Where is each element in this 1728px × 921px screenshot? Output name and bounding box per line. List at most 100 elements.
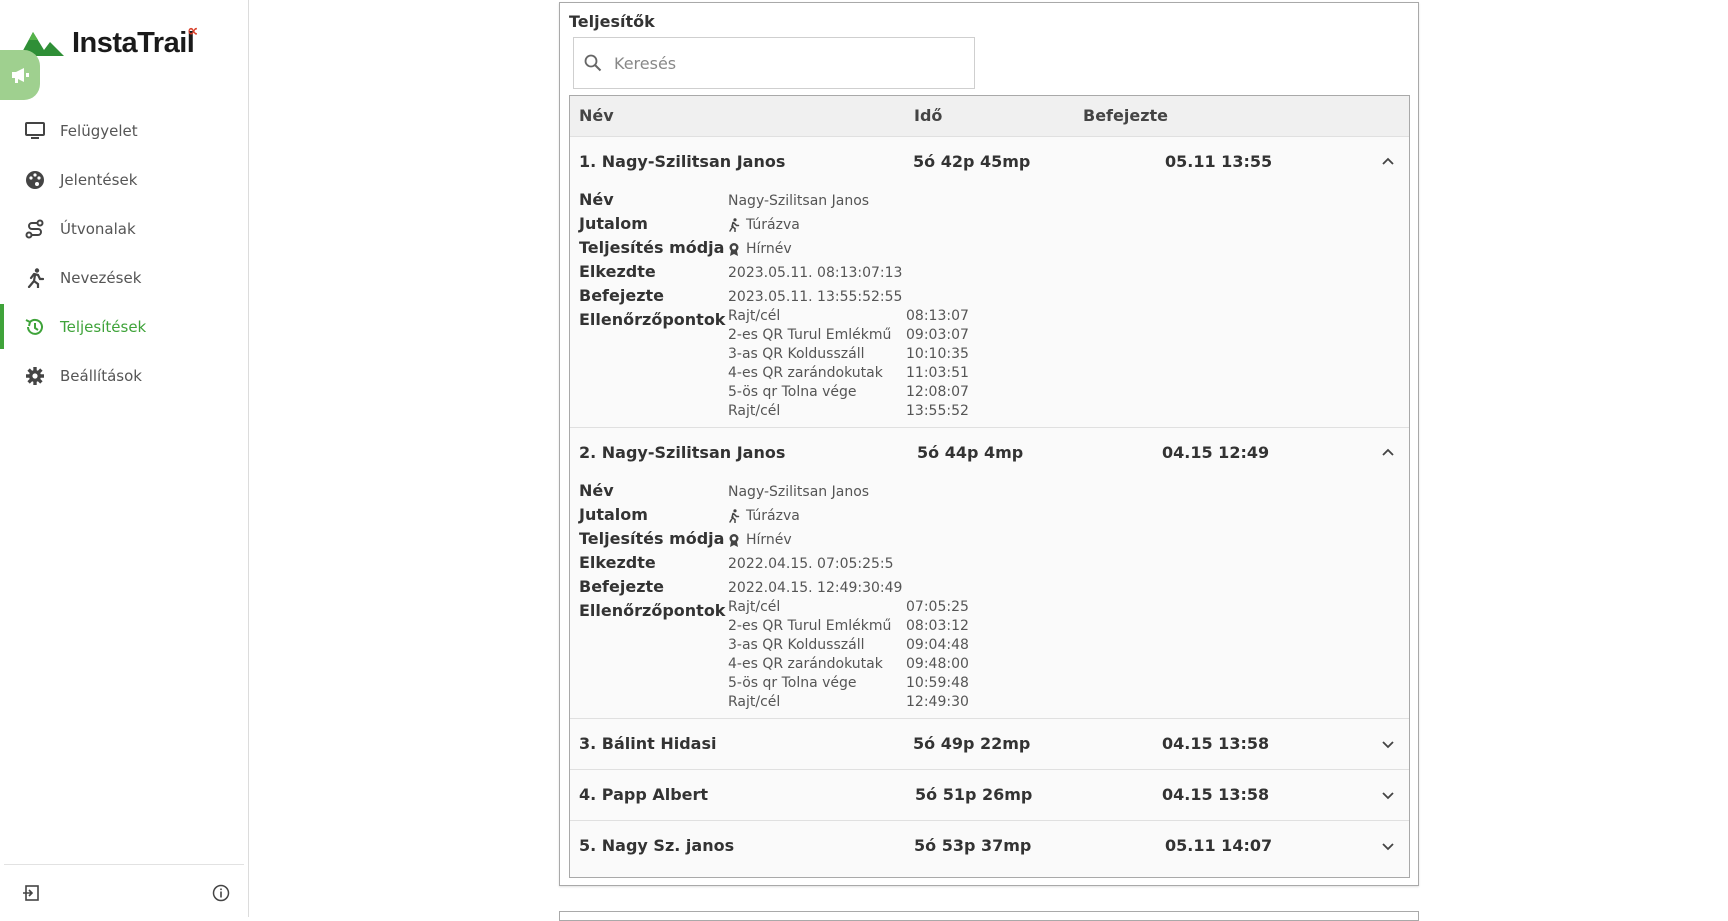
brand-name: InstaTrail — [72, 26, 195, 59]
sidebar-item-label: Jelentések — [60, 170, 138, 189]
detail-value-mode: Hírnév — [746, 241, 792, 257]
announce-button[interactable] — [0, 50, 40, 100]
detail-value-finished: 2023.05.11. 13:55:52:55 — [728, 289, 903, 305]
detail-label-finished: Befejezte — [579, 577, 665, 596]
checkpoint-list: Ellenőrzőpontok Rajt/cél 08:13:07 2-es QR… — [570, 307, 1409, 421]
detail-value-mode-wrap: Hírnév — [728, 241, 792, 257]
checkpoint-name: 2-es QR Turul Emlékmű — [728, 618, 892, 634]
detail-value-name: Nagy-Szilitsan Janos — [728, 484, 870, 500]
row-time: 5ó 42p 45mp — [913, 152, 1031, 171]
chevron-down-icon[interactable] — [1379, 837, 1397, 855]
completions-table: Név Idő Befejezte 1. Nagy-Szilitsan Jano… — [569, 95, 1410, 878]
search-input[interactable] — [612, 52, 956, 74]
row-details: Név Nagy-Szilitsan Janos Jutalom Túrázva … — [570, 187, 1409, 427]
column-header-time[interactable]: Idő — [914, 106, 942, 125]
sidebar-nav: Felügyelet Jelentések Útvonalak Nevezése… — [0, 106, 248, 400]
checkpoint-item: 3-as QR Koldusszáll 09:04:48 — [570, 636, 1409, 655]
checkpoint-name: Rajt/cél — [728, 694, 781, 710]
checkpoint-item: 4-es QR zarándokutak 09:48:00 — [570, 655, 1409, 674]
detail-label-mode: Teljesítés módja — [579, 238, 725, 257]
detail-value-started: 2022.04.15. 07:05:25:5 — [728, 556, 894, 572]
sidebar-item-felugyelet[interactable]: Felügyelet — [0, 106, 248, 155]
sidebar-item-beallitasok[interactable]: Beállítások — [0, 351, 248, 400]
checkpoint-time: 07:05:25 — [906, 599, 969, 615]
detail-value-mode-wrap: Hírnév — [728, 532, 792, 548]
row-finished: 04.15 13:58 — [1162, 785, 1270, 804]
row-finished: 04.15 12:49 — [1162, 443, 1270, 462]
logout-icon[interactable] — [20, 882, 42, 904]
sidebar-item-teljesitesek[interactable]: Teljesítések — [0, 302, 248, 351]
table-row: 3. Bálint Hidasi 5ó 49p 22mp 04.15 13:58 — [570, 719, 1409, 770]
row-header[interactable]: 1. Nagy-Szilitsan Janos 5ó 42p 45mp 05.1… — [570, 137, 1409, 187]
gear-icon — [24, 365, 46, 387]
detail-label-finished: Befejezte — [579, 286, 665, 305]
checkpoint-name: Rajt/cél — [728, 403, 781, 419]
row-title: 5. Nagy Sz. janos — [579, 836, 735, 855]
sidebar-item-label: Beállítások — [60, 366, 142, 385]
table-row: 4. Papp Albert 5ó 51p 26mp 04.15 13:58 — [570, 770, 1409, 821]
brand-logo[interactable]: InstaTrail ∝ — [20, 21, 198, 59]
row-time: 5ó 49p 22mp — [913, 734, 1031, 753]
info-icon[interactable] — [210, 882, 232, 904]
column-header-name[interactable]: Név — [579, 106, 614, 125]
sidebar-item-label: Teljesítések — [60, 317, 147, 336]
row-header[interactable]: 5. Nagy Sz. janos 5ó 53p 37mp 05.11 14:0… — [570, 821, 1409, 871]
row-header[interactable]: 3. Bálint Hidasi 5ó 49p 22mp 04.15 13:58 — [570, 719, 1409, 769]
table-header: Név Idő Befejezte — [570, 96, 1409, 137]
checkpoint-time: 09:48:00 — [906, 656, 969, 672]
sidebar-item-label: Útvonalak — [60, 219, 136, 238]
checkpoint-name: 3-as QR Koldusszáll — [728, 637, 865, 653]
checkpoint-time: 08:13:07 — [906, 308, 969, 324]
detail-value-name: Nagy-Szilitsan Janos — [728, 193, 870, 209]
hiker-icon — [729, 218, 740, 232]
sidebar-footer — [4, 864, 244, 918]
checkpoint-time: 09:03:07 — [906, 327, 969, 343]
row-title: 2. Nagy-Szilitsan Janos — [579, 443, 786, 462]
chevron-down-icon[interactable] — [1379, 735, 1397, 753]
checkpoint-item: 5-ös qr Tolna vége 10:59:48 — [570, 674, 1409, 693]
detail-label-mode: Teljesítés módja — [579, 529, 725, 548]
detail-value-started: 2023.05.11. 08:13:07:13 — [728, 265, 903, 281]
next-panel-edge — [559, 911, 1419, 921]
chevron-up-icon[interactable] — [1379, 444, 1397, 462]
panel-title: Teljesítők — [569, 12, 655, 31]
checkpoint-name: 3-as QR Koldusszáll — [728, 346, 865, 362]
detail-value-reward-wrap: Túrázva — [728, 217, 800, 233]
hiker-icon — [729, 509, 740, 523]
row-time: 5ó 53p 37mp — [914, 836, 1032, 855]
checkpoint-time: 11:03:51 — [906, 365, 969, 381]
checkpoint-name: 2-es QR Turul Emlékmű — [728, 327, 892, 343]
row-title: 1. Nagy-Szilitsan Janos — [579, 152, 786, 171]
chevron-up-icon[interactable] — [1379, 153, 1397, 171]
column-header-finished[interactable]: Befejezte — [1083, 106, 1168, 125]
detail-label-started: Elkezdte — [579, 553, 656, 572]
detail-label-reward: Jutalom — [579, 505, 648, 524]
brand-suffix: ∝ — [187, 21, 199, 40]
sidebar: InstaTrail ∝ Felügyelet Jelentések Útvon… — [0, 0, 249, 917]
row-header[interactable]: 4. Papp Albert 5ó 51p 26mp 04.15 13:58 — [570, 770, 1409, 820]
checkpoint-time: 13:55:52 — [906, 403, 969, 419]
sidebar-item-jelentesek[interactable]: Jelentések — [0, 155, 248, 204]
chevron-down-icon[interactable] — [1379, 786, 1397, 804]
sidebar-item-utvonalak[interactable]: Útvonalak — [0, 204, 248, 253]
search-box[interactable] — [573, 37, 975, 89]
checkpoint-item: Rajt/cél 07:05:25 — [570, 598, 1409, 617]
checkpoint-name: 5-ös qr Tolna vége — [728, 384, 857, 400]
checkpoint-time: 10:10:35 — [906, 346, 969, 362]
sidebar-item-label: Felügyelet — [60, 121, 138, 140]
table-row: 5. Nagy Sz. janos 5ó 53p 37mp 05.11 14:0… — [570, 821, 1409, 871]
checkpoint-name: Rajt/cél — [728, 308, 781, 324]
detail-label-name: Név — [579, 481, 614, 500]
route-icon — [24, 218, 46, 240]
row-header[interactable]: 2. Nagy-Szilitsan Janos 5ó 44p 4mp 04.15… — [570, 428, 1409, 478]
checkpoint-item: 4-es QR zarándokutak 11:03:51 — [570, 364, 1409, 383]
checkpoint-name: 5-ös qr Tolna vége — [728, 675, 857, 691]
palette-icon — [24, 169, 46, 191]
checkpoint-item: 2-es QR Turul Emlékmű 09:03:07 — [570, 326, 1409, 345]
runner-icon — [24, 267, 46, 289]
sidebar-item-nevezesek[interactable]: Nevezések — [0, 253, 248, 302]
row-finished: 04.15 13:58 — [1162, 734, 1270, 753]
checkpoint-time: 12:49:30 — [906, 694, 969, 710]
checkpoint-time: 12:08:07 — [906, 384, 969, 400]
checkpoint-name: 4-es QR zarándokutak — [728, 365, 883, 381]
